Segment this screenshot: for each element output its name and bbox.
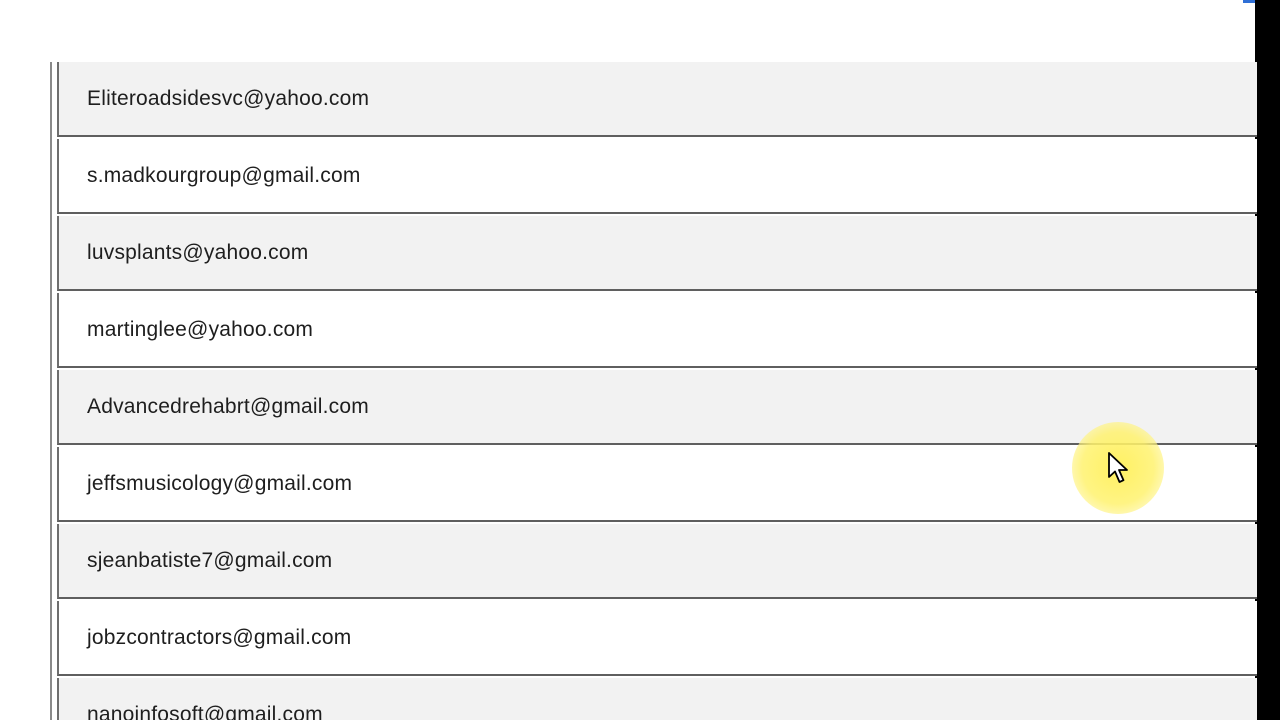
email-cell: Eliteroadsidesvc@yahoo.com [87, 86, 370, 110]
table-row[interactable]: Advancedrehabrt@gmail.com [57, 370, 1257, 445]
email-cell: Advancedrehabrt@gmail.com [87, 394, 369, 418]
email-cell: jobzcontractors@gmail.com [87, 625, 352, 649]
table-row[interactable]: martinglee@yahoo.com [57, 293, 1257, 368]
email-table: Eliteroadsidesvc@yahoo.com s.madkourgrou… [50, 62, 1257, 720]
email-cell: jeffsmusicology@gmail.com [87, 471, 353, 495]
email-cell: luvsplants@yahoo.com [87, 240, 309, 264]
table-row[interactable]: Eliteroadsidesvc@yahoo.com [57, 62, 1257, 137]
table-row[interactable]: luvsplants@yahoo.com [57, 216, 1257, 291]
table-row[interactable]: nanoinfosoft@gmail.com [57, 678, 1257, 720]
table-row[interactable]: sjeanbatiste7@gmail.com [57, 524, 1257, 599]
corner-mark [1243, 0, 1255, 3]
email-cell: martinglee@yahoo.com [87, 317, 314, 341]
email-cell: s.madkourgroup@gmail.com [87, 163, 361, 187]
email-cell: sjeanbatiste7@gmail.com [87, 548, 333, 572]
table-row[interactable]: jobzcontractors@gmail.com [57, 601, 1257, 676]
screen: Eliteroadsidesvc@yahoo.com s.madkourgrou… [0, 0, 1280, 720]
mouse-pointer-icon [1108, 452, 1128, 483]
window-edge [1255, 0, 1280, 720]
email-cell: nanoinfosoft@gmail.com [87, 702, 323, 720]
email-rows: Eliteroadsidesvc@yahoo.com s.madkourgrou… [57, 62, 1257, 720]
table-row[interactable]: s.madkourgroup@gmail.com [57, 139, 1257, 214]
